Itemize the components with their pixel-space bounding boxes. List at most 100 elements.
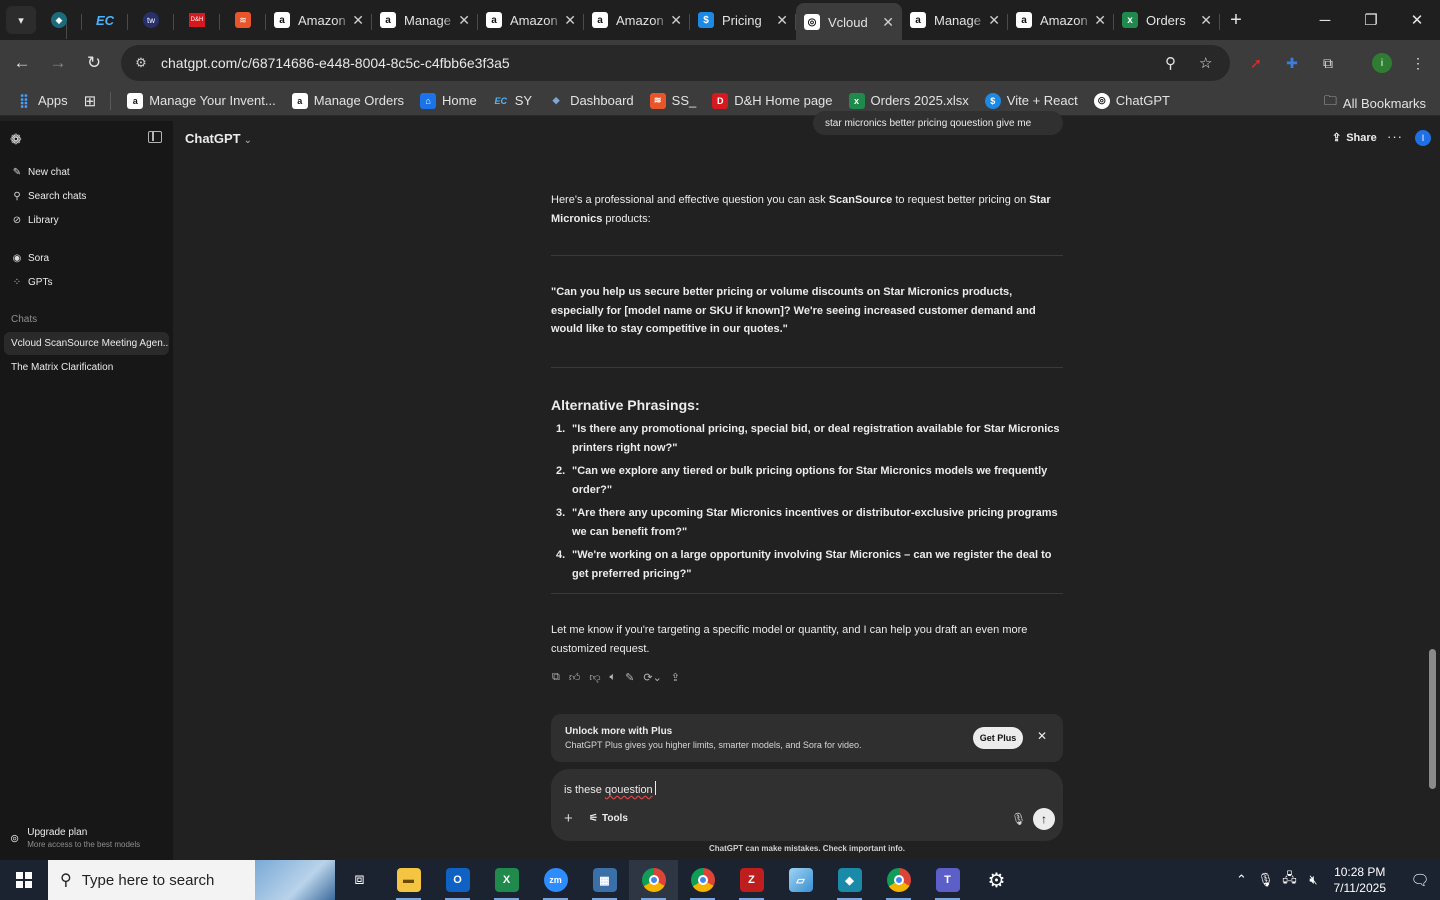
- chevron-up-icon[interactable]: ⌃: [1230, 872, 1254, 888]
- tab-search-button[interactable]: ▾: [6, 6, 36, 34]
- file-explorer-icon[interactable]: ▬: [384, 860, 433, 900]
- bookmark-item[interactable]: ≋ SS_: [649, 92, 696, 109]
- pinned-tab-vcloud[interactable]: ◆: [36, 3, 82, 39]
- notification-icon[interactable]: 🗨︎: [1400, 871, 1440, 889]
- vcloud-app-icon[interactable]: ◆: [825, 860, 874, 900]
- filezilla-icon[interactable]: Z: [727, 860, 776, 900]
- model-selector[interactable]: ChatGPT ⌄: [185, 131, 252, 146]
- reload-button[interactable]: ↻: [76, 45, 112, 81]
- zoom-icon[interactable]: zm: [531, 860, 580, 900]
- address-bar[interactable]: ⚙ chatgpt.com/c/68714686-e448-8004-8c5c-…: [121, 45, 1230, 81]
- bookmark-item[interactable]: a Manage Your Invent...: [127, 92, 276, 109]
- extensions-icon[interactable]: ⧉: [1318, 53, 1338, 73]
- browser-tab[interactable]: a Manage ✕: [902, 3, 1008, 37]
- chat-history-item[interactable]: The Matrix Clarification: [4, 356, 169, 379]
- close-tab-icon[interactable]: ✕: [776, 12, 788, 29]
- pinned-tab-dh[interactable]: D&H: [174, 3, 220, 37]
- calculator-icon[interactable]: ▦: [580, 860, 629, 900]
- outlook-icon[interactable]: O: [433, 860, 482, 900]
- close-tab-icon[interactable]: ✕: [670, 12, 682, 29]
- zoom-icon[interactable]: ⚲: [1165, 54, 1176, 72]
- teams-icon[interactable]: T: [923, 860, 972, 900]
- clock[interactable]: 10:28 PM 7/11/2025: [1334, 864, 1387, 896]
- new-tab-button[interactable]: +: [1220, 4, 1252, 36]
- site-info-icon[interactable]: ⚙: [125, 55, 157, 71]
- browser-tab[interactable]: ◎ Vcloud ✕: [796, 3, 902, 41]
- close-tab-icon[interactable]: ✕: [352, 12, 364, 29]
- prompt-input[interactable]: is these qouestion: [564, 781, 656, 796]
- bookmark-item[interactable]: $ Vite + React: [984, 92, 1078, 109]
- close-window-button[interactable]: ✕: [1394, 0, 1440, 40]
- pinned-tab-ec[interactable]: EC: [82, 3, 128, 37]
- bookmark-item[interactable]: ⣿ Apps: [16, 93, 67, 109]
- send-button[interactable]: ↑: [1033, 808, 1055, 830]
- upgrade-plan-button[interactable]: ⊚ Upgrade plan More access to the best m…: [10, 827, 140, 849]
- close-tab-icon[interactable]: ✕: [882, 14, 894, 31]
- thumbs-up-icon[interactable]: 👍︎: [569, 671, 581, 684]
- pinned-tab-tw[interactable]: tw: [128, 3, 174, 37]
- bookmark-item[interactable]: a Manage Orders: [291, 92, 404, 109]
- openai-logo-icon[interactable]: ❁: [10, 131, 22, 148]
- sidebar-toggle-icon[interactable]: [148, 131, 162, 143]
- network-icon[interactable]: 🖧: [1278, 869, 1302, 891]
- chrome-icon[interactable]: [629, 860, 678, 900]
- bookmark-item[interactable]: ◎ ChatGPT: [1093, 92, 1170, 109]
- edit-canvas-icon[interactable]: ✎: [625, 671, 634, 684]
- volume-muted-icon[interactable]: 🔇︎: [1302, 872, 1326, 888]
- bookmark-item[interactable]: EC SY: [493, 93, 532, 109]
- browser-tab[interactable]: $ Pricing ✕: [690, 3, 796, 37]
- close-icon[interactable]: ✕: [1037, 729, 1047, 743]
- get-plus-button[interactable]: Get Plus: [973, 727, 1023, 749]
- microphone-icon[interactable]: 🎙︎: [1011, 812, 1026, 826]
- browser-tab[interactable]: a Amazon ✕: [478, 3, 584, 37]
- excel-icon[interactable]: X: [482, 860, 531, 900]
- restore-button[interactable]: ❐: [1348, 0, 1394, 40]
- close-tab-icon[interactable]: ✕: [1094, 12, 1106, 29]
- close-tab-icon[interactable]: ✕: [988, 12, 1000, 29]
- close-tab-icon[interactable]: ✕: [564, 12, 576, 29]
- chat-history-item[interactable]: Vcloud ScanSource Meeting Agen...: [4, 332, 169, 355]
- sidebar-item-gpts[interactable]: ⁘ GPTs: [4, 271, 169, 293]
- share-button[interactable]: ⇪ Share: [1332, 131, 1377, 144]
- sidebar-item-library[interactable]: ⊘ Library: [4, 209, 169, 231]
- browser-tab[interactable]: a Amazon ✕: [266, 3, 372, 37]
- read-aloud-icon[interactable]: 🔈︎: [610, 671, 617, 684]
- scrollbar-thumb[interactable]: [1429, 649, 1436, 789]
- chrome-alt-icon[interactable]: [874, 860, 923, 900]
- profile-avatar[interactable]: i: [1372, 53, 1392, 73]
- pinned-tab-ss[interactable]: ≋: [220, 3, 266, 37]
- close-tab-icon[interactable]: ✕: [458, 12, 470, 29]
- user-avatar[interactable]: I: [1415, 130, 1431, 146]
- sidebar-item-new-chat[interactable]: ✎ New chat: [4, 161, 169, 183]
- extension-arrow-icon[interactable]: ➚: [1246, 53, 1266, 73]
- chrome-profile-icon[interactable]: [678, 860, 727, 900]
- notes-app-icon[interactable]: ▱: [776, 860, 825, 900]
- bookmark-item[interactable]: D D&H Home page: [712, 92, 833, 109]
- sidebar-item-search-chats[interactable]: ⚲ Search chats: [4, 185, 169, 207]
- forward-button[interactable]: →: [40, 45, 76, 81]
- extension-puzzle-blue-icon[interactable]: ✚: [1282, 53, 1302, 73]
- minimize-button[interactable]: ─: [1302, 0, 1348, 40]
- thumbs-down-icon[interactable]: 👎︎: [589, 671, 600, 684]
- sidebar-item-sora[interactable]: ◉ Sora: [4, 247, 169, 269]
- share-message-icon[interactable]: ⇪: [671, 671, 680, 684]
- browser-tab[interactable]: a Amazon ✕: [584, 3, 690, 37]
- bookmark-item[interactable]: ⌂ Home: [420, 92, 477, 109]
- tab-groups-icon[interactable]: ⊞: [84, 92, 97, 110]
- microphone-icon[interactable]: 🎙︎: [1254, 872, 1278, 888]
- browser-tab[interactable]: a Manage ✕: [372, 3, 478, 37]
- regenerate-icon[interactable]: ⟳⌄: [643, 671, 661, 684]
- copy-icon[interactable]: ⧉: [552, 671, 560, 684]
- message-composer[interactable]: is these qouestion + ⚟ Tools 🎙︎ ↑: [551, 769, 1063, 841]
- task-view-icon[interactable]: ⧈: [335, 860, 384, 900]
- bookmark-item[interactable]: x Orders 2025.xlsx: [848, 92, 969, 109]
- close-tab-icon[interactable]: ✕: [1200, 12, 1212, 29]
- taskbar-search[interactable]: ⚲ Type here to search: [48, 860, 335, 900]
- start-button[interactable]: [0, 860, 48, 900]
- all-bookmarks-button[interactable]: 🗀 All Bookmarks: [1324, 92, 1426, 114]
- back-button[interactable]: ←: [4, 45, 40, 81]
- browser-menu-icon[interactable]: ⋮: [1408, 53, 1428, 73]
- url-text[interactable]: chatgpt.com/c/68714686-e448-8004-8c5c-c4…: [161, 55, 510, 71]
- more-options-icon[interactable]: ···: [1387, 129, 1403, 144]
- add-attachment-icon[interactable]: +: [564, 810, 573, 827]
